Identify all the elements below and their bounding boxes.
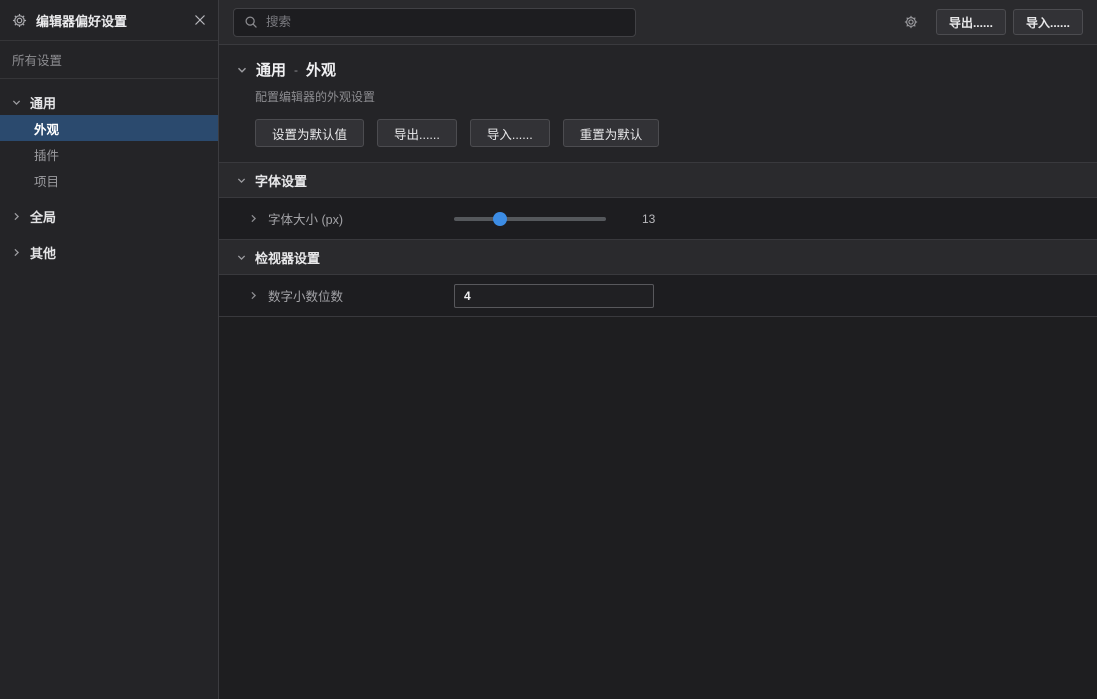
content-empty-area <box>219 316 1097 699</box>
action-row: 设置为默认值 导出...... 导入...... 重置为默认 <box>255 119 1079 147</box>
window-titlebar: 编辑器偏好设置 <box>0 0 218 41</box>
chevron-down-icon <box>237 176 246 185</box>
sidebar-item-project[interactable]: 项目 <box>0 167 218 193</box>
sidebar-group-label: 全局 <box>30 207 56 226</box>
font-size-slider[interactable] <box>454 212 606 226</box>
sidebar-nav: 通用 外观 插件 项目 全局 其他 <box>0 79 218 265</box>
search-input[interactable] <box>266 15 625 29</box>
page-description: 配置编辑器的外观设置 <box>255 88 1079 105</box>
decimal-places-input[interactable] <box>454 284 654 308</box>
preferences-gear-icon <box>12 13 27 28</box>
settings-gear-icon[interactable] <box>904 15 918 29</box>
breadcrumb-separator: - <box>294 63 298 77</box>
import-button[interactable]: 导入...... <box>1013 9 1083 35</box>
reset-default-button[interactable]: 重置为默认 <box>563 119 660 147</box>
decimal-places-label: 数字小数位数 <box>268 286 444 305</box>
font-size-slider-thumb[interactable] <box>493 212 507 226</box>
sidebar-item-plugins[interactable]: 插件 <box>0 141 218 167</box>
font-size-value: 13 <box>642 212 655 226</box>
slider-track <box>454 217 606 221</box>
chevron-down-icon <box>237 253 246 262</box>
sidebar: 编辑器偏好设置 所有设置 通用 外观 插件 项目 全局 <box>0 0 219 699</box>
window-title: 编辑器偏好设置 <box>36 11 194 30</box>
chevron-down-icon <box>12 98 21 107</box>
breadcrumb-page: 外观 <box>306 59 336 80</box>
section-title: 检视器设置 <box>255 248 320 267</box>
search-box[interactable] <box>233 8 636 37</box>
export-settings-button[interactable]: 导出...... <box>377 119 457 147</box>
decimal-places-row: 数字小数位数 <box>219 274 1097 316</box>
topbar: 导出...... 导入...... <box>219 0 1097 45</box>
chevron-right-icon <box>12 212 21 221</box>
set-default-button[interactable]: 设置为默认值 <box>255 119 364 147</box>
sidebar-item-all-settings[interactable]: 所有设置 <box>0 41 218 79</box>
sidebar-group-label: 通用 <box>30 93 56 112</box>
sidebar-group-global[interactable]: 全局 <box>0 203 218 229</box>
chevron-right-icon[interactable] <box>249 214 258 223</box>
breadcrumb-group: 通用 <box>256 59 286 80</box>
close-icon[interactable] <box>194 14 206 26</box>
sidebar-item-appearance[interactable]: 外观 <box>0 115 218 141</box>
section-title: 字体设置 <box>255 171 307 190</box>
section-font-settings[interactable]: 字体设置 <box>219 162 1097 197</box>
font-size-row: 字体大小 (px) 13 <box>219 197 1097 239</box>
search-icon <box>244 15 258 29</box>
main-panel: 导出...... 导入...... 通用 - 外观 配置编辑器的外观设置 设置为… <box>219 0 1097 699</box>
sidebar-group-general[interactable]: 通用 <box>0 89 218 115</box>
font-size-label: 字体大小 (px) <box>268 209 444 228</box>
sidebar-group-other[interactable]: 其他 <box>0 239 218 265</box>
chevron-down-icon[interactable] <box>237 65 247 75</box>
chevron-right-icon[interactable] <box>249 291 258 300</box>
section-inspector-settings[interactable]: 检视器设置 <box>219 239 1097 274</box>
import-settings-button[interactable]: 导入...... <box>470 119 550 147</box>
breadcrumb: 通用 - 外观 <box>237 59 1079 80</box>
chevron-right-icon <box>12 248 21 257</box>
sidebar-group-label: 其他 <box>30 243 56 262</box>
content-header: 通用 - 外观 配置编辑器的外观设置 设置为默认值 导出...... 导入...… <box>219 45 1097 162</box>
export-button[interactable]: 导出...... <box>936 9 1006 35</box>
